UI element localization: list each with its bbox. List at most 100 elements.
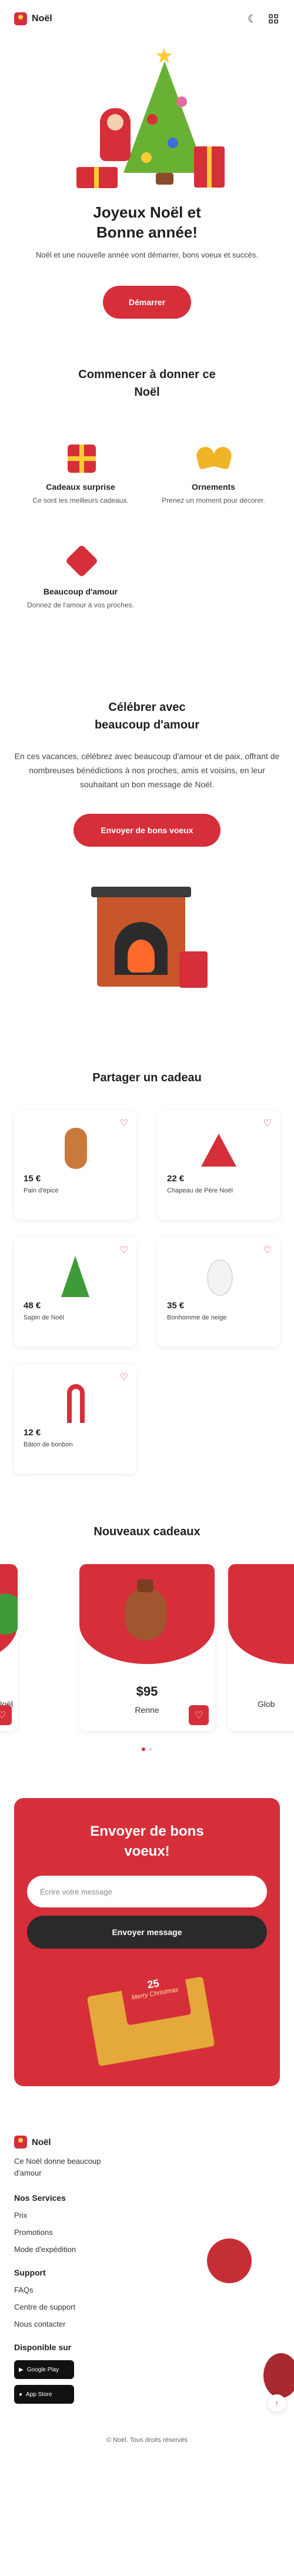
envelope-card-illustration: 25 Merry Christmas: [83, 1959, 215, 2067]
gift-price: 12 €: [24, 1428, 41, 1438]
gift-card[interactable]: ♡ 48 € Sapin de Noël: [14, 1237, 136, 1347]
footer-link-support-center[interactable]: Centre de support: [14, 2303, 280, 2311]
top-bar: Noël ☾: [0, 0, 294, 38]
hero-title: Joyeux Noël et Bonne année!: [14, 202, 280, 242]
ornament-ball-icon: [263, 2353, 294, 2398]
christmas-tree-illustration: ★: [59, 44, 235, 196]
moon-icon[interactable]: ☾: [246, 12, 259, 25]
new-gift-card-prev[interactable]: Noël ♡: [0, 1564, 18, 1731]
footer-tagline: Ce Noël donne beaucoup d'amour: [14, 2157, 101, 2177]
brand[interactable]: Noël: [14, 12, 52, 25]
app-store-button[interactable]: ● App Store: [14, 2385, 74, 2404]
heart-icon[interactable]: ♡: [120, 1371, 128, 1383]
fireplace-illustration: [79, 869, 215, 998]
new-gift-card[interactable]: $95 Renne ♡: [79, 1564, 215, 1731]
footer-link-promotions[interactable]: Promotions: [14, 2228, 280, 2237]
new-gifts-section: Nouveaux cadeaux Noël ♡ $95 Renne ♡ Glob: [0, 1523, 294, 1751]
new-gift-name: Glob: [258, 1699, 275, 1709]
hero-title-line1: Joyeux Noël et: [93, 203, 201, 221]
gift-card[interactable]: ♡ 35 € Bonhomme de neige: [158, 1237, 280, 1347]
gift-card[interactable]: ♡ 12 € Bâton de bonbon: [14, 1364, 136, 1474]
santa-hat-icon: [195, 1124, 242, 1171]
footer: Noël Ce Noël donne beaucoup d'amour Nos …: [0, 2136, 294, 2444]
footer-brand-name: Noël: [32, 2137, 51, 2147]
bells-icon: [190, 436, 237, 477]
features-title-line2: Noël: [134, 386, 160, 399]
wishes-title-line1: Envoyer de bons: [90, 1823, 204, 1839]
new-gift-card-next[interactable]: Glob: [228, 1564, 294, 1731]
gift-name: Sapin de Noël: [24, 1314, 65, 1321]
gift-name: Chapeau de Père Noël: [167, 1187, 233, 1194]
start-button[interactable]: Démarrer: [102, 286, 192, 319]
carousel-dots: [0, 1748, 294, 1751]
apple-icon: ●: [19, 2391, 23, 2398]
brand-logo-icon: [14, 2136, 27, 2149]
new-gifts-title: Nouveaux cadeaux: [93, 1525, 201, 1538]
celebrate-section: Célébrer avec beaucoup d'amour En ces va…: [0, 699, 294, 998]
gift-price: 48 €: [24, 1301, 41, 1311]
wishes-title-line2: voeux!: [124, 1843, 170, 1859]
brand-name: Noël: [32, 14, 52, 24]
gift-price: 35 €: [167, 1301, 185, 1311]
footer-brand[interactable]: Noël: [14, 2136, 280, 2149]
heart-icon[interactable]: ♡: [263, 1244, 272, 1256]
feature-desc: Prenez un moment pour décorer.: [162, 496, 265, 504]
footer-link-faqs[interactable]: FAQs: [14, 2286, 280, 2294]
play-icon: ▶: [19, 2366, 24, 2373]
features-title: Commencer à donner ce Noël: [14, 366, 280, 401]
ornament-ball-icon: [207, 2238, 252, 2283]
gift-card[interactable]: ♡ 15 € Pain d'épice: [14, 1110, 136, 1219]
app-store-label: App Store: [26, 2391, 52, 2398]
send-message-button[interactable]: Envoyer message: [27, 1916, 267, 1949]
celebrate-text: En ces vacances, célébrez avec beaucoup …: [14, 751, 280, 789]
heart-gift-icon: [57, 541, 104, 582]
gift-card[interactable]: ♡ 22 € Chapeau de Père Noël: [158, 1110, 280, 1219]
footer-link-prices[interactable]: Prix: [14, 2211, 280, 2220]
gift-price: 22 €: [167, 1174, 185, 1184]
feature-surprise-gifts: Cadeaux surprise Ce sont les meilleurs c…: [14, 436, 147, 506]
heart-icon[interactable]: ♡: [263, 1117, 272, 1129]
celebrate-title-line2: beaucoup d'amour: [94, 719, 200, 731]
reindeer-icon: [79, 1564, 215, 1664]
share-gift-title: Partager un cadeau: [92, 1071, 202, 1084]
share-gift-section: Partager un cadeau ♡ 15 € Pain d'épice ♡…: [0, 1069, 294, 1474]
carousel-dot[interactable]: [149, 1748, 152, 1751]
gift-grid: ♡ 15 € Pain d'épice ♡ 22 € Chapeau de Pè…: [14, 1110, 280, 1474]
feature-title: Beaucoup d'amour: [43, 587, 118, 596]
gift-name: Bonhomme de neige: [167, 1314, 227, 1321]
footer-available-title: Disponible sur: [14, 2343, 72, 2352]
card-number: 25: [146, 1977, 161, 1991]
heart-icon[interactable]: ♡: [189, 1705, 209, 1725]
send-wishes-button[interactable]: Envoyer de bons voeux: [74, 814, 220, 847]
feature-title: Ornements: [192, 482, 235, 492]
feature-love: Beaucoup d'amour Donnez de l'amour à vos…: [14, 541, 147, 610]
heart-icon[interactable]: ♡: [120, 1117, 128, 1129]
send-wishes-section: Envoyer de bons voeux! Écrire votre mess…: [14, 1798, 280, 2086]
message-input[interactable]: Écrire votre message: [27, 1876, 267, 1907]
feature-title: Cadeaux surprise: [46, 482, 115, 492]
gift-name: Bâton de bonbon: [24, 1441, 73, 1448]
header-actions: ☾: [246, 12, 280, 25]
wishes-title: Envoyer de bons voeux!: [27, 1822, 267, 1862]
hero-section: ★ Joyeux Noël et Bonne année! Noël et un…: [0, 38, 294, 319]
heart-icon[interactable]: ♡: [0, 1705, 12, 1725]
page: Noël ☾ ★ Joyeux Noël et Bonne année! Noë…: [0, 0, 294, 2576]
gift-price: 15 €: [24, 1174, 41, 1184]
hero-title-line2: Bonne année!: [96, 223, 198, 241]
new-gifts-carousel[interactable]: Noël ♡ $95 Renne ♡ Glob: [0, 1564, 294, 1740]
celebrate-title-line1: Célébrer avec: [108, 701, 186, 714]
brand-logo-icon: [14, 12, 27, 25]
grid-icon[interactable]: [267, 12, 280, 25]
features-grid: Cadeaux surprise Ce sont les meilleurs c…: [14, 436, 280, 610]
carousel-dot[interactable]: [142, 1748, 145, 1751]
snowman-icon: [195, 1251, 242, 1298]
feature-ornaments: Ornements Prenez un moment pour décorer.: [147, 436, 280, 506]
new-gift-price: $95: [136, 1684, 158, 1699]
google-play-button[interactable]: ▶ Google Play: [14, 2360, 74, 2379]
christmas-tree-icon: [52, 1251, 99, 1298]
footer-link-contact[interactable]: Nous contacter: [14, 2320, 280, 2328]
scroll-top-button[interactable]: ↑: [268, 2394, 286, 2412]
footer-services-title: Nos Services: [14, 2193, 66, 2203]
heart-icon[interactable]: ♡: [120, 1244, 128, 1256]
features-title-line1: Commencer à donner ce: [78, 368, 216, 381]
